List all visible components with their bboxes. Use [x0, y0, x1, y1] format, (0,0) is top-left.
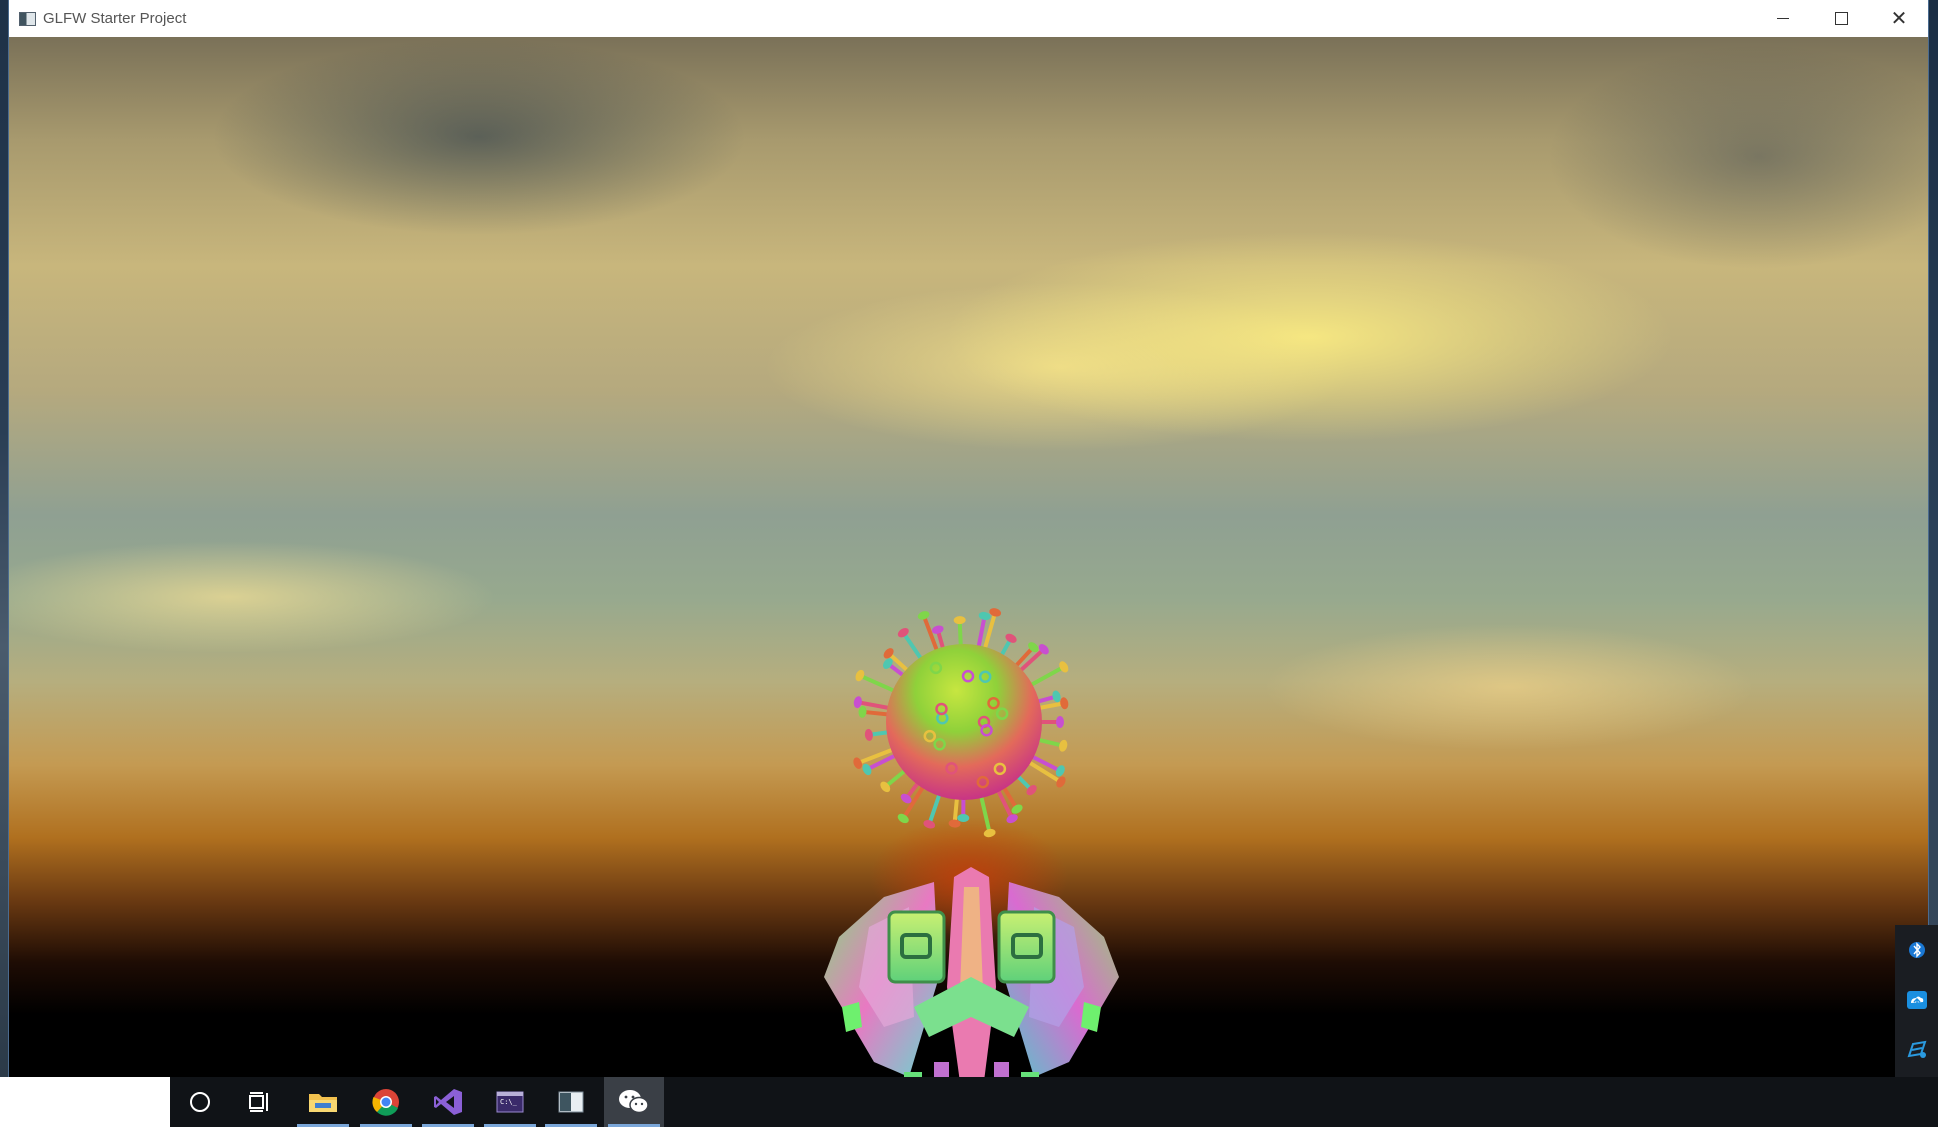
folder-icon: [309, 1094, 337, 1112]
window-controls: ✕: [1754, 0, 1928, 37]
terminal-icon: C:\_: [496, 1091, 524, 1113]
close-button[interactable]: ✕: [1870, 0, 1928, 37]
network-icon: [1907, 1040, 1926, 1058]
render-viewport[interactable]: [9, 37, 1928, 1077]
svg-text:C:\_: C:\_: [500, 1098, 518, 1106]
tray-bluetooth[interactable]: [1895, 930, 1938, 970]
taskbar-visual-studio[interactable]: [418, 1077, 478, 1127]
taskbar-terminal[interactable]: C:\_: [480, 1077, 540, 1127]
task-view-icon: [249, 1092, 268, 1112]
close-icon: ✕: [1890, 8, 1908, 30]
window-titlebar[interactable]: GLFW Starter Project ✕: [9, 0, 1928, 37]
bluetooth-icon: [1908, 942, 1925, 958]
virus-model: [853, 608, 1069, 838]
cloud-sync-icon: [1906, 991, 1927, 1009]
wechat-icon: [619, 1090, 649, 1114]
minimize-button[interactable]: [1754, 0, 1812, 37]
taskbar-chrome[interactable]: [356, 1077, 416, 1127]
desktop-background-left: [0, 0, 9, 1077]
app-window-icon: [558, 1091, 584, 1113]
app-window: GLFW Starter Project ✕: [9, 0, 1928, 1077]
cortana-button[interactable]: [170, 1077, 230, 1127]
spaceship-model: [824, 867, 1119, 1077]
taskbar: C:\_: [0, 1077, 1938, 1127]
tray-network-app[interactable]: [1895, 1030, 1938, 1070]
system-tray-flyout: [1895, 925, 1938, 1077]
task-view-button[interactable]: [230, 1077, 290, 1127]
tray-cloud-sync[interactable]: [1895, 980, 1938, 1020]
maximize-button[interactable]: [1812, 0, 1870, 37]
taskbar-glfw-app[interactable]: [541, 1077, 601, 1127]
taskbar-search-box[interactable]: [0, 1077, 170, 1127]
app-icon: [19, 11, 36, 26]
taskbar-file-explorer[interactable]: [293, 1077, 353, 1127]
window-title: GLFW Starter Project: [43, 10, 187, 27]
visual-studio-icon: [434, 1089, 462, 1115]
chrome-icon: [372, 1089, 399, 1116]
taskbar-wechat[interactable]: [604, 1077, 664, 1127]
circle-icon: [190, 1092, 210, 1112]
